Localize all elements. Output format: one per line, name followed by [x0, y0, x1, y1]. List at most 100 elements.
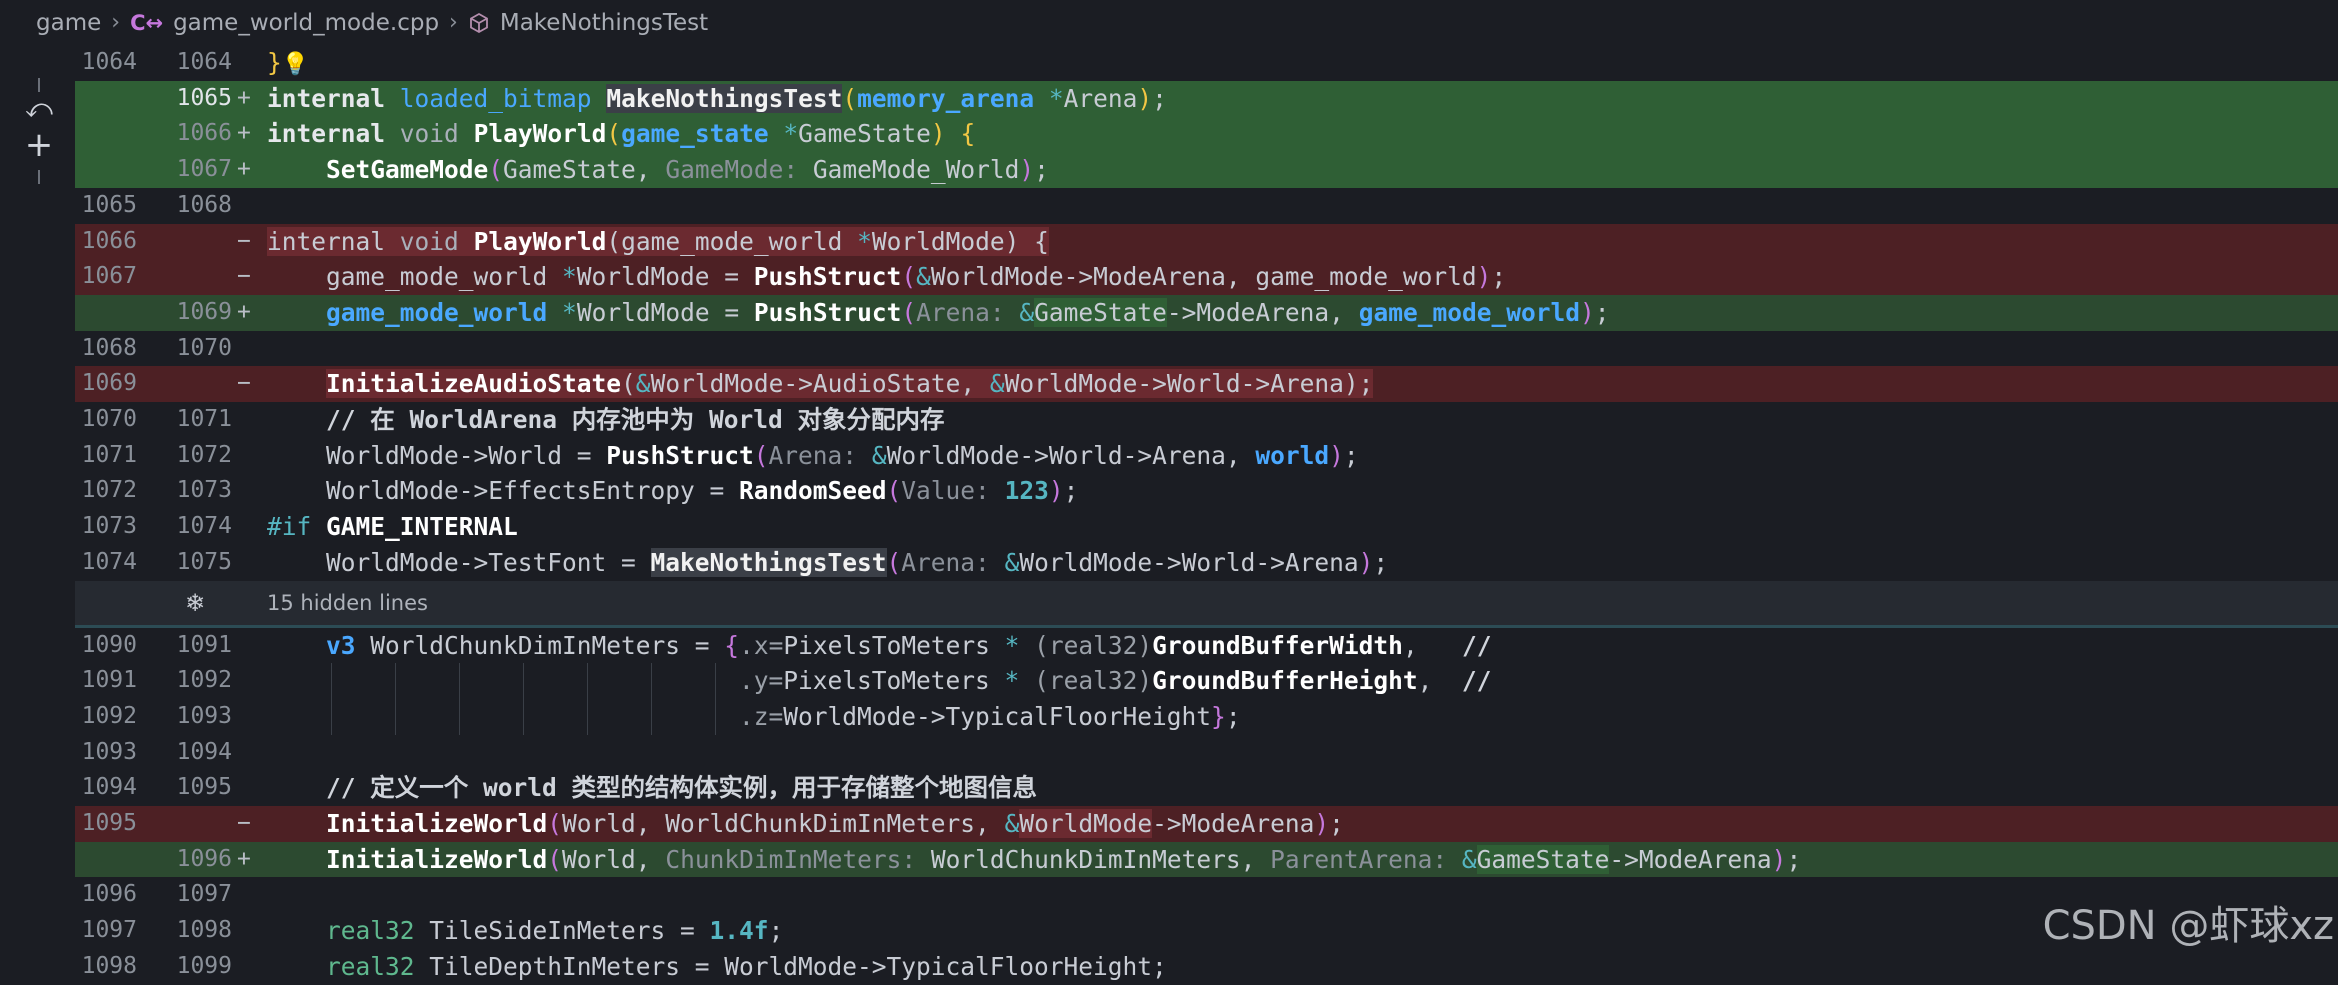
diff-line-removed: 1095 − InitializeWorld(World, WorldChunk…	[75, 806, 2338, 842]
new-line-number: 1072	[176, 441, 232, 468]
diff-line: 1094 1095 // 定义一个 world 类型的结构体实例，用于存储整个地…	[75, 770, 2338, 806]
diff-line: 1074 1075 WorldMode->TestFont = MakeNoth…	[75, 545, 2338, 581]
diff-marker: +	[237, 120, 251, 147]
old-line-number: 1095	[81, 810, 137, 836]
lightbulb-icon[interactable]: 💡	[282, 47, 309, 83]
old-line-number: 1093	[81, 738, 137, 765]
diff-line: 1071 1072 WorldMode->World = PushStruct(…	[75, 438, 2338, 474]
breadcrumb-root[interactable]: game	[36, 10, 101, 36]
diff-line-added: 1066 + internal void PlayWorld(game_stat…	[75, 116, 2338, 153]
diff-line-added: 1065 + internal loaded_bitmap MakeNothin…	[75, 80, 2338, 117]
new-line-number: 1064	[176, 49, 232, 75]
diff-marker: −	[237, 370, 251, 397]
cube-icon	[468, 12, 490, 34]
new-line-number: 1098	[176, 917, 232, 944]
old-line-number: 1092	[81, 702, 137, 729]
divider	[38, 170, 40, 184]
code-comment: // 在 WorldArena 内存池中为 World 对象分配内存	[267, 405, 945, 434]
diff-line: 1073 1074 #if GAME_INTERNAL	[75, 509, 2338, 545]
code-line: .z=WorldMode->TypicalFloorHeight};	[739, 701, 1241, 731]
diff-line-added: 1067 + SetGameMode(GameState, GameMode: …	[75, 152, 2338, 188]
code-line: InitializeAudioState(&WorldMode->AudioSt…	[326, 369, 1374, 399]
old-line-number: 1091	[81, 667, 137, 694]
old-line-number: 1090	[81, 631, 137, 658]
code-line: WorldMode->TestFont = MakeNothingsTest(A…	[267, 547, 1389, 577]
new-line-number: 1068	[176, 191, 232, 218]
new-line-number: 1074	[176, 513, 232, 540]
new-line-number: 1096	[176, 845, 232, 872]
breadcrumb: game › C↔ game_world_mode.cpp › MakeNoth…	[0, 0, 2338, 45]
cpp-file-icon: C↔	[130, 10, 164, 35]
new-line-number: 1093	[176, 702, 232, 729]
code-line: game_mode_world *WorldMode = PushStruct(…	[267, 262, 1507, 292]
diff-line-removed: 1067 − game_mode_world *WorldMode = Push…	[75, 259, 2338, 295]
old-line-number: 1070	[81, 406, 137, 432]
old-line-number: 1064	[81, 49, 137, 75]
stage-plus-icon[interactable]: +	[22, 128, 56, 162]
diff-line: 1096 1097	[75, 877, 2338, 913]
code-line: real32 TileDepthInMeters = WorldMode->Ty…	[326, 951, 1167, 981]
code-line: game_mode_world *WorldMode = PushStruct(…	[326, 297, 1610, 327]
diff-line: 1097 1098 real32 TileSideInMeters = 1.4f…	[75, 913, 2338, 949]
diff-line: 1093 1094	[75, 735, 2338, 771]
code-line: WorldMode->EffectsEntropy = RandomSeed(V…	[267, 476, 1079, 506]
breadcrumb-file[interactable]: game_world_mode.cpp	[173, 10, 439, 36]
diff-line: 1090 1091 v3 WorldChunkDimInMeters = {.x…	[75, 628, 2338, 664]
hidden-lines-label[interactable]: 15 hidden lines	[267, 581, 428, 625]
code-line: internal void PlayWorld(game_state *Game…	[267, 119, 976, 149]
chevron-right-icon: ›	[111, 10, 121, 35]
diff-line: 1068 1070	[75, 331, 2338, 367]
new-line-number: 1069	[176, 298, 232, 325]
diff-line: 1092 1093 .z=WorldMode->TypicalFloorHeig…	[75, 698, 2338, 735]
diff-marker: +	[237, 84, 251, 111]
code-line: #if GAME_INTERNAL	[267, 512, 518, 542]
diff-line: 1064 1064 }💡	[75, 45, 2338, 81]
diff-marker: −	[237, 810, 251, 836]
code-line: }💡	[267, 45, 309, 81]
diff-line: 1091 1092 .y=PixelsToMeters * (real32)Gr…	[75, 663, 2338, 699]
new-line-number: 1097	[176, 881, 232, 908]
old-line-number: 1096	[81, 881, 137, 908]
diff-marker: +	[237, 845, 251, 872]
new-line-number: 1071	[176, 406, 232, 432]
code-line: SetGameMode(GameState, GameMode: GameMod…	[326, 155, 1049, 185]
diff-marker: −	[237, 263, 251, 290]
diff-line-removed: 1069 − InitializeAudioState(&WorldMode->…	[75, 366, 2338, 402]
old-line-number: 1094	[81, 774, 137, 801]
diff-marker: +	[237, 156, 251, 183]
old-line-number: 1066	[81, 227, 137, 254]
new-line-number: 1067	[176, 156, 232, 183]
new-line-number: 1065	[176, 84, 232, 111]
unfold-icon[interactable]: ❄	[185, 581, 205, 625]
old-line-number: 1071	[81, 441, 137, 468]
old-line-number: 1068	[81, 334, 137, 361]
diff-line: 1070 1071 // 在 WorldArena 内存池中为 World 对象…	[75, 402, 2338, 438]
diff-line: 1072 1073 WorldMode->EffectsEntropy = Ra…	[75, 473, 2338, 509]
chevron-right-icon: ›	[449, 10, 458, 35]
code-line: .y=PixelsToMeters * (real32)GroundBuffer…	[739, 666, 1492, 696]
new-line-number: 1075	[176, 548, 232, 575]
code-line: internal void PlayWorld(game_mode_world …	[267, 226, 1049, 256]
old-line-number: 1074	[81, 548, 137, 575]
code-line: v3 WorldChunkDimInMeters = {.x=PixelsToM…	[326, 630, 1492, 660]
code-line: real32 TileSideInMeters = 1.4f;	[326, 916, 784, 946]
diff-editor: 1064 1064 }💡 1065 + internal loaded_bitm…	[75, 45, 2338, 981]
diff-line: 1098 1099 real32 TileDepthInMeters = Wor…	[75, 949, 2338, 985]
old-line-number: 1097	[81, 917, 137, 944]
watermark: CSDN @虾球xz	[2042, 903, 2334, 949]
code-line: InitializeWorld(World, ChunkDimInMeters:…	[326, 844, 1802, 874]
old-line-number: 1069	[81, 370, 137, 397]
new-line-number: 1066	[176, 120, 232, 147]
code-line: internal loaded_bitmap MakeNothingsTest(…	[267, 83, 1167, 113]
divider	[38, 78, 40, 92]
old-line-number: 1072	[81, 477, 137, 504]
diff-marker: −	[237, 227, 251, 254]
breadcrumb-symbol[interactable]: MakeNothingsTest	[500, 10, 708, 36]
old-line-number: 1065	[81, 191, 137, 218]
new-line-number: 1091	[176, 631, 232, 658]
revert-icon[interactable]: ⤺	[22, 94, 56, 125]
new-line-number: 1095	[176, 774, 232, 801]
code-line: WorldMode->World = PushStruct(Arena: &Wo…	[267, 440, 1359, 470]
code-line: InitializeWorld(World, WorldChunkDimInMe…	[326, 809, 1344, 838]
hidden-lines-bar[interactable]: ❄ 15 hidden lines	[75, 580, 2338, 628]
